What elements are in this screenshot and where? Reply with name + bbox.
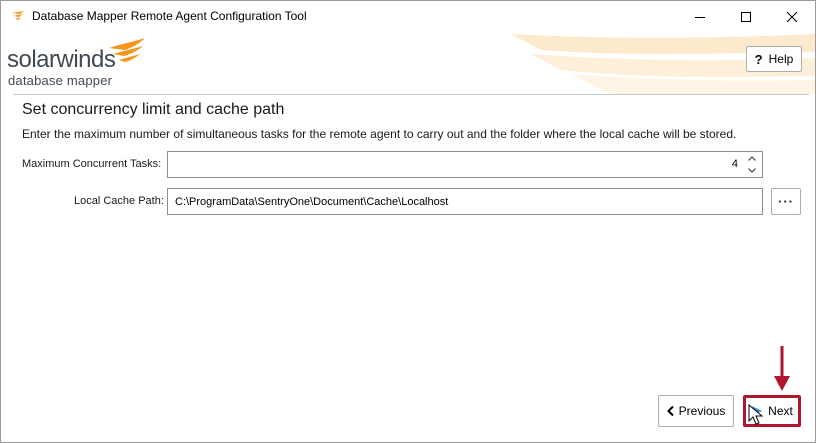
close-button[interactable] (769, 1, 815, 32)
mouse-cursor-icon (748, 404, 764, 425)
max-tasks-value[interactable]: 4 (732, 158, 738, 170)
max-tasks-stepper[interactable]: 4 (167, 151, 763, 178)
maximize-icon (741, 11, 751, 22)
solarwinds-app-icon (12, 11, 24, 20)
page-title: Set concurrency limit and cache path (22, 101, 285, 118)
previous-label: Previous (678, 404, 726, 418)
cache-path-label: Local Cache Path: (74, 195, 164, 207)
stepper-arrows (742, 152, 762, 177)
configuration-window: Database Mapper Remote Agent Configurati… (0, 0, 816, 443)
logo-subtitle: database mapper (8, 73, 113, 88)
logo-wordmark: solarwinds (7, 46, 116, 73)
max-tasks-label: Maximum Concurrent Tasks: (22, 158, 162, 170)
maximize-button[interactable] (723, 1, 769, 32)
chevron-left-icon (666, 406, 674, 416)
close-icon (787, 11, 797, 22)
solarwinds-logo: solarwinds database mapper (7, 38, 157, 90)
help-icon: ? (754, 51, 763, 67)
title-bar[interactable]: Database Mapper Remote Agent Configurati… (1, 1, 815, 32)
chevron-up-icon (748, 155, 756, 161)
help-button[interactable]: ? Help (746, 46, 802, 72)
previous-button[interactable]: Previous (658, 395, 734, 427)
chevron-down-icon (748, 167, 756, 173)
decrement-button[interactable] (742, 164, 762, 176)
minimize-icon (695, 16, 705, 18)
window-title: Database Mapper Remote Agent Configurati… (32, 9, 307, 23)
page-description: Enter the maximum number of simultaneous… (22, 127, 737, 141)
header-divider (13, 94, 809, 95)
increment-button[interactable] (742, 152, 762, 164)
next-label: Next (768, 404, 793, 418)
cache-path-input[interactable]: C:\ProgramData\SentryOne\Document\Cache\… (167, 188, 763, 215)
minimize-button[interactable] (677, 1, 723, 32)
help-label: Help (768, 52, 794, 66)
header-banner: solarwinds database mapper ? Help (1, 32, 815, 94)
arrow-down-icon (774, 346, 790, 391)
browse-button[interactable]: ··· (771, 188, 801, 215)
